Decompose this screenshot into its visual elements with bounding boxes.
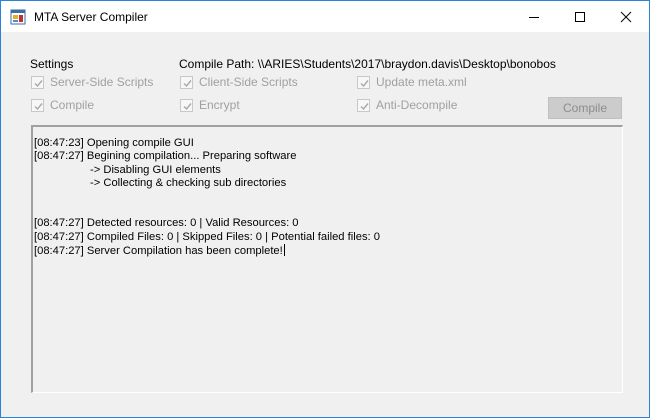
close-button[interactable] (603, 1, 649, 32)
checkbox-label: Server-Side Scripts (50, 75, 154, 89)
checkmark-icon (360, 102, 369, 110)
checkbox-server-side-scripts[interactable]: Server-Side Scripts (31, 74, 153, 90)
checkbox-label: Anti-Decompile (376, 98, 458, 112)
checkbox-encrypt[interactable]: Encrypt (180, 97, 240, 113)
compile-path-value: \\ARIES\Students\2017\braydon.davis\Desk… (257, 57, 556, 71)
text-caret (283, 244, 285, 257)
title-bar[interactable]: MTA Server Compiler (1, 1, 649, 32)
log-line-blank (34, 191, 622, 204)
checkmark-icon (34, 102, 43, 110)
checkbox-box[interactable] (180, 98, 193, 112)
checkbox-box[interactable] (180, 75, 193, 89)
log-line: -> Disabling GUI elements (90, 163, 221, 176)
log-line: [08:47:23] Opening compile GUI (34, 137, 194, 149)
checkbox-label: Client-Side Scripts (199, 75, 298, 89)
checkbox-label: Update meta.xml (376, 75, 467, 89)
checkmark-icon (360, 79, 369, 87)
checkbox-label: Encrypt (199, 98, 240, 112)
log-line-last: [08:47:27] Server Compilation has been c… (34, 244, 622, 257)
checkbox-box[interactable] (31, 98, 44, 112)
log-line: [08:47:27] Begining compilation... Prepa… (34, 150, 297, 163)
checkmark-icon (183, 79, 192, 87)
window-title: MTA Server Compiler (34, 10, 148, 24)
app-icon (10, 9, 26, 25)
checkbox-compile[interactable]: Compile (31, 97, 94, 113)
log-line: -> Collecting & checking sub directories (90, 177, 287, 190)
compile-button[interactable]: Compile (548, 97, 622, 119)
checkbox-client-side-scripts[interactable]: Client-Side Scripts (180, 74, 298, 90)
main-window: MTA Server Compiler Settings Compile Pat… (0, 0, 650, 418)
checkmark-icon (183, 102, 192, 110)
checkbox-box[interactable] (357, 75, 370, 89)
checkbox-anti-decompile[interactable]: Anti-Decompile (357, 97, 457, 113)
compile-path-label: Compile Path: \\ARIES\Students\2017\bray… (179, 57, 556, 71)
checkbox-label: Compile (50, 98, 95, 112)
close-icon (620, 11, 632, 22)
checkbox-box[interactable] (31, 75, 44, 89)
log-line-text: [08:47:27] Server Compilation has been c… (34, 245, 283, 258)
checkmark-icon (34, 79, 43, 87)
settings-label: Settings (30, 57, 74, 71)
maximize-icon (575, 11, 585, 22)
log-output[interactable]: [08:47:23] Opening compile GUI [08:47:27… (31, 125, 623, 393)
minimize-icon (529, 16, 539, 18)
maximize-button[interactable] (557, 1, 603, 32)
log-line: [08:47:27] Compiled Files: 0 | Skipped F… (34, 230, 380, 243)
minimize-button[interactable] (511, 1, 557, 32)
log-line-blank (34, 204, 622, 217)
log-line: [08:47:27] Detected resources: 0 | Valid… (34, 217, 299, 230)
checkbox-update-meta-xml[interactable]: Update meta.xml (357, 74, 467, 90)
compile-path-caption: Compile Path: (179, 57, 255, 71)
checkbox-box[interactable] (357, 98, 370, 112)
